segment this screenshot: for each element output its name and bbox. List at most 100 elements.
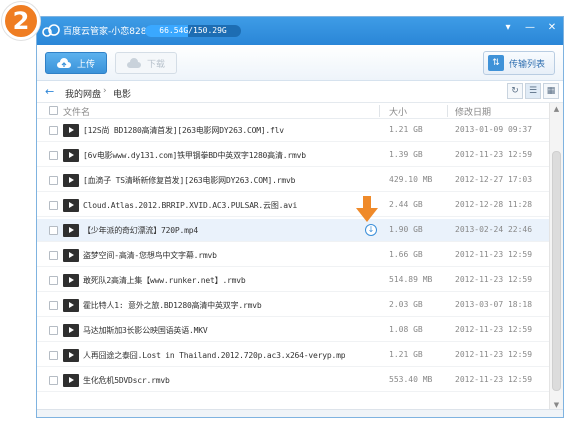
file-date: 2012-12-28 11:28 — [455, 200, 533, 209]
upload-label: 上传 — [76, 59, 95, 70]
file-name[interactable]: Cloud.Atlas.2012.BRRIP.XVID.AC3.PULSAR.云… — [83, 200, 345, 211]
file-size: 1.21 GB — [389, 125, 423, 134]
list-view-icon[interactable]: ☰ — [525, 83, 541, 99]
status-footer — [37, 409, 563, 417]
minimize-icon[interactable]: — — [523, 21, 537, 35]
upload-button[interactable]: 上传 — [45, 52, 107, 74]
file-name[interactable]: 敢死队2高清上集【www.runker.net】.rmvb — [83, 275, 345, 286]
row-checkbox[interactable] — [49, 176, 58, 185]
row-checkbox[interactable] — [49, 326, 58, 335]
row-checkbox[interactable] — [49, 201, 58, 210]
file-name[interactable]: [12S尚 BD1280高清首发][263电影网DY263.COM].flv — [83, 125, 345, 136]
file-date: 2012-11-23 12:59 — [455, 350, 533, 359]
breadcrumb-current[interactable]: 电影 — [113, 87, 131, 100]
file-date: 2012-11-23 12:59 — [455, 250, 533, 259]
navigation-bar: ← 我的网盘 › 电影 ↻ ☰ ▦ — [37, 81, 563, 103]
video-file-icon — [63, 374, 79, 387]
file-size: 2.44 GB — [389, 200, 423, 209]
storage-quota-text: 66.54G/150.29G — [159, 26, 227, 35]
row-checkbox[interactable] — [49, 151, 58, 160]
vertical-scrollbar[interactable]: ▲ ▼ — [549, 103, 563, 411]
file-name[interactable]: 盗梦空间-高清-您想鸟中文字幕.rmvb — [83, 250, 345, 261]
window-controls: ▾ — ✕ — [501, 21, 559, 35]
scroll-up-icon[interactable]: ▲ — [550, 103, 563, 115]
close-icon[interactable]: ✕ — [545, 21, 559, 35]
file-size: 1.39 GB — [389, 150, 423, 159]
transfer-icon: ⇅ — [488, 55, 504, 71]
file-date: 2012-11-23 12:59 — [455, 150, 533, 159]
orange-pointer-arrow-icon — [356, 196, 378, 222]
column-name-header[interactable]: 文件名 — [63, 105, 90, 118]
step-number-badge: 2 — [2, 2, 40, 40]
app-title: 百度云管家-小恋828 — [63, 27, 147, 37]
file-row[interactable]: 马达加斯加3长影公映国语英语.MKV 1.08 GB 2012-11-23 12:5… — [37, 319, 549, 342]
file-row[interactable]: 【少年派的奇幻漂流】720P.mp4 ↓ 1.90 GB 2013-02-24 22:… — [37, 219, 549, 242]
column-date-header[interactable]: 修改日期 — [455, 105, 491, 118]
file-size: 553.40 MB — [389, 375, 433, 384]
cloud-upload-icon — [56, 57, 71, 68]
refresh-icon[interactable]: ↻ — [507, 83, 523, 99]
file-row[interactable]: 生化危机5DVDscr.rmvb 553.40 MB 2012-11-23 12:5… — [37, 369, 549, 392]
title-bar[interactable]: 百度云管家-小恋828 66.54G/150.29G ▾ — ✕ — [37, 17, 563, 45]
file-date: 2013-03-07 18:18 — [455, 300, 533, 309]
file-date: 2013-02-24 22:46 — [455, 225, 533, 234]
row-checkbox[interactable] — [49, 251, 58, 260]
file-size: 1.66 GB — [389, 250, 423, 259]
video-file-icon — [63, 174, 79, 187]
menu-dropdown-icon[interactable]: ▾ — [501, 21, 515, 35]
file-date: 2012-11-23 12:59 — [455, 275, 533, 284]
column-divider — [447, 105, 448, 117]
file-row[interactable]: 敢死队2高清上集【www.runker.net】.rmvb 514.89 MB 20… — [37, 269, 549, 292]
breadcrumb-separator-icon: › — [103, 86, 107, 96]
file-row[interactable]: Cloud.Atlas.2012.BRRIP.XVID.AC3.PULSAR.云… — [37, 194, 549, 217]
download-label: 下载 — [146, 59, 165, 70]
video-file-icon — [63, 299, 79, 312]
cloud-download-icon — [126, 57, 141, 68]
transfer-list-button[interactable]: ⇅ 传输列表 — [483, 51, 555, 75]
file-date: 2013-01-09 09:37 — [455, 125, 533, 134]
baidu-cloud-window: 百度云管家-小恋828 66.54G/150.29G ▾ — ✕ 上传 下载 ⇅… — [36, 16, 564, 418]
file-date: 2012-11-23 12:59 — [455, 375, 533, 384]
file-date: 2012-11-23 12:59 — [455, 325, 533, 334]
file-name[interactable]: 【少年派的奇幻漂流】720P.mp4 — [83, 225, 345, 236]
file-size: 514.89 MB — [389, 275, 433, 284]
row-checkbox[interactable] — [49, 351, 58, 360]
file-row[interactable]: 霍比特人1: 意外之旅.BD1280高清中英双字.rmvb 2.03 GB 2013… — [37, 294, 549, 317]
row-checkbox[interactable] — [49, 126, 58, 135]
download-button[interactable]: 下载 — [115, 52, 177, 74]
toolbar: 上传 下载 ⇅ 传输列表 — [37, 45, 563, 81]
file-name[interactable]: 马达加斯加3长影公映国语英语.MKV — [83, 325, 345, 336]
file-size: 1.21 GB — [389, 350, 423, 359]
row-checkbox[interactable] — [49, 376, 58, 385]
video-file-icon — [63, 249, 79, 262]
column-size-header[interactable]: 大小 — [389, 105, 407, 118]
column-divider — [379, 105, 380, 117]
video-file-icon — [63, 349, 79, 362]
file-row[interactable]: [血滴子 TS清晰新修复首发][263电影网DY263.COM].rmvb 429… — [37, 169, 549, 192]
file-row[interactable]: 盗梦空间-高清-您想鸟中文字幕.rmvb 1.66 GB 2012-11-23 12… — [37, 244, 549, 267]
download-icon[interactable]: ↓ — [365, 224, 377, 236]
baidu-cloud-logo-icon — [42, 24, 60, 37]
video-file-icon — [63, 149, 79, 162]
breadcrumb-root[interactable]: 我的网盘 — [65, 87, 101, 100]
scroll-thumb[interactable] — [552, 151, 561, 391]
file-name[interactable]: 生化危机5DVDscr.rmvb — [83, 375, 345, 386]
file-name[interactable]: 人再囧途之泰囧.Lost in Thailand.2012.720p.ac3.x… — [83, 350, 345, 361]
file-size: 1.90 GB — [389, 225, 423, 234]
file-name[interactable]: 霍比特人1: 意外之旅.BD1280高清中英双字.rmvb — [83, 300, 345, 311]
file-row[interactable]: [6v电影www.dy131.com]铁甲钢拳BD中英双字1280高清.rmvb… — [37, 144, 549, 167]
select-all-checkbox[interactable] — [49, 106, 58, 115]
back-arrow-icon[interactable]: ← — [45, 86, 59, 98]
file-row[interactable]: [12S尚 BD1280高清首发][263电影网DY263.COM].flv 1.… — [37, 119, 549, 142]
video-file-icon — [63, 324, 79, 337]
row-checkbox[interactable] — [49, 226, 58, 235]
screenshot-root: 2 百度云管家-小恋828 66.54G/150.29G ▾ — ✕ 上传 下载… — [0, 0, 574, 421]
file-list: [12S尚 BD1280高清首发][263电影网DY263.COM].flv 1.… — [37, 119, 549, 411]
file-name[interactable]: [6v电影www.dy131.com]铁甲钢拳BD中英双字1280高清.rmvb — [83, 150, 345, 161]
row-checkbox[interactable] — [49, 276, 58, 285]
row-checkbox[interactable] — [49, 301, 58, 310]
file-date: 2012-12-27 17:03 — [455, 175, 533, 184]
grid-view-icon[interactable]: ▦ — [543, 83, 559, 99]
file-row[interactable]: 人再囧途之泰囧.Lost in Thailand.2012.720p.ac3.x… — [37, 344, 549, 367]
file-name[interactable]: [血滴子 TS清晰新修复首发][263电影网DY263.COM].rmvb — [83, 175, 345, 186]
